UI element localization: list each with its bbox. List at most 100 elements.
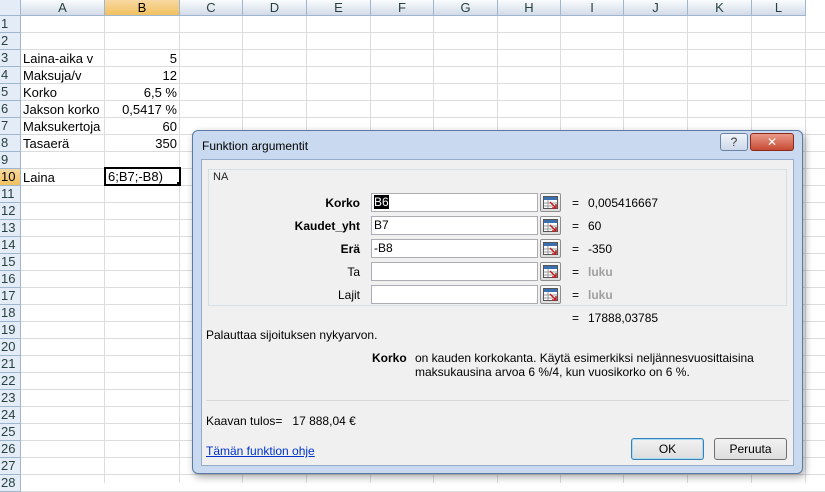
- argument-input-1[interactable]: B6: [371, 193, 538, 212]
- collapse-dialog-icon[interactable]: [540, 239, 561, 258]
- column-header-a[interactable]: A: [21, 0, 105, 16]
- row-header-28[interactable]: 28: [0, 475, 21, 492]
- row-header-15[interactable]: 15: [0, 254, 21, 271]
- fill-handle[interactable]: [176, 181, 179, 184]
- row-header-27[interactable]: 27: [0, 458, 21, 475]
- close-icon[interactable]: ✕: [750, 133, 794, 151]
- row-header-2[interactable]: 2: [0, 33, 21, 50]
- column-header-c[interactable]: C: [180, 0, 243, 16]
- cancel-button[interactable]: Peruuta: [714, 438, 787, 460]
- row-header-1[interactable]: 1: [0, 16, 21, 33]
- argument-result-2: 60: [588, 219, 602, 233]
- help-icon[interactable]: ?: [720, 133, 748, 151]
- cell-a8[interactable]: Tasaerä: [21, 135, 105, 152]
- cell-a5[interactable]: Korko: [21, 84, 105, 101]
- row-header-22[interactable]: 22: [0, 373, 21, 390]
- column-header-f[interactable]: F: [371, 0, 434, 16]
- argument-input-value: -B8: [374, 241, 393, 255]
- row-header-19[interactable]: 19: [0, 322, 21, 339]
- collapse-dialog-icon[interactable]: [540, 285, 561, 304]
- column-header-e[interactable]: E: [307, 0, 371, 16]
- argument-input-2[interactable]: B7: [371, 216, 538, 235]
- row-header-10[interactable]: 10: [0, 169, 21, 186]
- column-header-h[interactable]: H: [498, 0, 561, 16]
- row-header-13[interactable]: 13: [0, 220, 21, 237]
- argument-input-5[interactable]: [371, 285, 538, 304]
- argument-result-5: luku: [588, 288, 613, 302]
- function-name: NA: [213, 171, 229, 183]
- cell-b7[interactable]: 60: [105, 118, 180, 135]
- argument-input-value: B6: [374, 195, 389, 209]
- row-header-23[interactable]: 23: [0, 390, 21, 407]
- row-header-9[interactable]: 9: [0, 152, 21, 169]
- formula-result: Kaavan tulos= 17 888,04 €: [206, 414, 356, 428]
- argument-input-3[interactable]: -B8: [371, 239, 538, 258]
- column-header-b[interactable]: B: [105, 0, 180, 16]
- argument-equals: =: [572, 196, 580, 210]
- argument-equals: =: [572, 288, 580, 302]
- ok-button[interactable]: OK: [631, 438, 704, 460]
- row-header-11[interactable]: 11: [0, 186, 21, 203]
- dialog-body: NA Korko B6 = 0,005416667 Kaudet_yht B7 = 60 Erä…: [201, 159, 794, 466]
- function-result: 17888,03785: [588, 311, 659, 325]
- gridline: [21, 32, 825, 33]
- row-header-5[interactable]: 5: [0, 84, 21, 101]
- argument-label-2: Kaudet_yht: [294, 219, 360, 233]
- argument-description-text: on kauden korkokanta. Käytä esimerkiksi …: [415, 351, 754, 379]
- argument-input-4[interactable]: [371, 262, 538, 281]
- formula-result-label: Kaavan tulos=: [206, 414, 283, 428]
- row-header-8[interactable]: 8: [0, 135, 21, 152]
- row-header-6[interactable]: 6: [0, 101, 21, 118]
- column-header-l[interactable]: L: [752, 0, 806, 16]
- row-header-4[interactable]: 4: [0, 67, 21, 84]
- collapse-dialog-icon[interactable]: [540, 193, 561, 212]
- cell-b6[interactable]: 0,5417 %: [105, 101, 180, 118]
- row-header-18[interactable]: 18: [0, 305, 21, 322]
- row-header-14[interactable]: 14: [0, 237, 21, 254]
- result-equals: =: [572, 311, 580, 325]
- row-header-21[interactable]: 21: [0, 356, 21, 373]
- argument-label-5: Lajit: [337, 288, 360, 302]
- cell-a6[interactable]: Jakson korko: [21, 101, 105, 118]
- column-header-g[interactable]: G: [434, 0, 498, 16]
- column-header-i[interactable]: I: [561, 0, 624, 16]
- cell-a10[interactable]: Laina: [21, 169, 105, 186]
- argument-equals: =: [572, 242, 580, 256]
- gridline: [21, 474, 825, 475]
- row-header-25[interactable]: 25: [0, 424, 21, 441]
- formula-result-value: 17 888,04 €: [292, 414, 356, 428]
- row-header-17[interactable]: 17: [0, 288, 21, 305]
- cell-b8[interactable]: 350: [105, 135, 180, 152]
- argument-label-4: Ta: [347, 265, 360, 279]
- gridline: [805, 16, 806, 483]
- function-description: Palauttaa sijoituksen nykyarvon.: [206, 328, 378, 342]
- argument-result-1: 0,005416667: [588, 196, 659, 210]
- cell-a7[interactable]: Maksukertoja: [21, 118, 105, 135]
- row-header-26[interactable]: 26: [0, 441, 21, 458]
- cell-a3[interactable]: Laina-aika v: [21, 50, 105, 67]
- argument-description-name: Korko: [372, 351, 407, 365]
- row-header-16[interactable]: 16: [0, 271, 21, 288]
- column-header-d[interactable]: D: [243, 0, 307, 16]
- column-header-k[interactable]: K: [688, 0, 752, 16]
- collapse-dialog-icon[interactable]: [540, 262, 561, 281]
- row-header-24[interactable]: 24: [0, 407, 21, 424]
- function-help-link[interactable]: Tämän funktion ohje: [206, 444, 315, 458]
- cell-b3[interactable]: 5: [105, 50, 180, 67]
- argument-equals: =: [572, 219, 580, 233]
- row-header-20[interactable]: 20: [0, 339, 21, 356]
- row-header-7[interactable]: 7: [0, 118, 21, 135]
- cell-a4[interactable]: Maksuja/v: [21, 67, 105, 84]
- argument-label-3: Erä: [340, 242, 360, 256]
- active-cell-b10[interactable]: 6;B7;-B8): [104, 167, 181, 186]
- select-all-corner[interactable]: [0, 0, 21, 16]
- row-header-12[interactable]: 12: [0, 203, 21, 220]
- collapse-dialog-icon[interactable]: [540, 216, 561, 235]
- column-header-j[interactable]: J: [624, 0, 688, 16]
- cell-b4[interactable]: 12: [105, 67, 180, 84]
- function-arguments-dialog: Funktion argumentit ? ✕ NA Korko B6 = 0,005…: [192, 130, 803, 474]
- row-header-3[interactable]: 3: [0, 50, 21, 67]
- argument-result-3: -350: [588, 242, 613, 256]
- cell-b5[interactable]: 6,5 %: [105, 84, 180, 101]
- dialog-titlebar[interactable]: Funktion argumentit ? ✕: [193, 131, 802, 159]
